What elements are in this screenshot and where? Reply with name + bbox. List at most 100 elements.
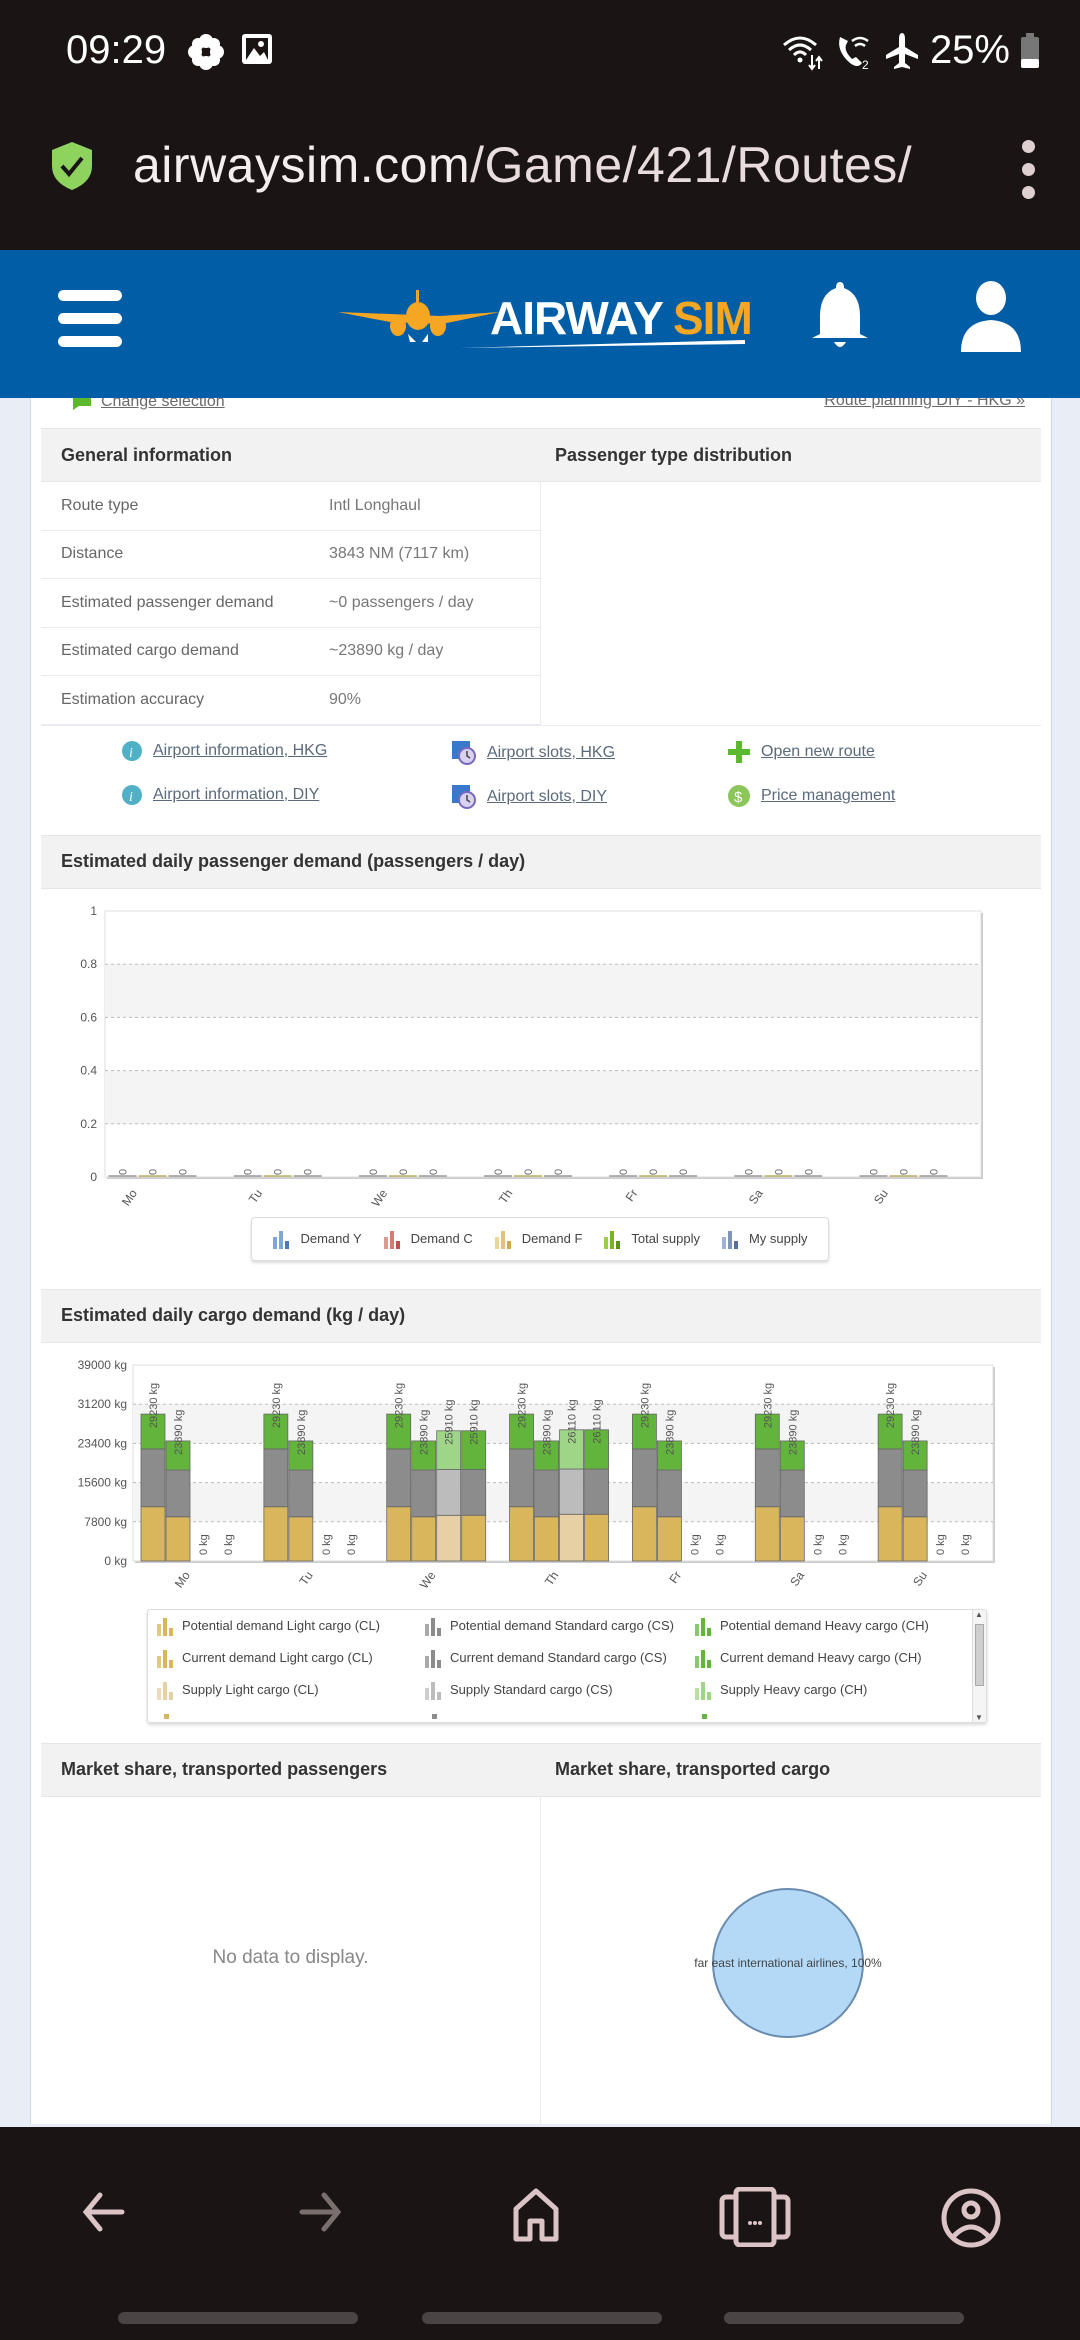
legend-item[interactable]: Demand Y — [272, 1229, 362, 1249]
svg-text:i: i — [129, 746, 133, 761]
scroll-down-icon[interactable]: ▼ — [975, 1713, 983, 1722]
x-tick-label: Fr — [623, 1186, 641, 1203]
x-tick-label: Mo — [172, 1568, 193, 1590]
svg-text:SIM: SIM — [673, 292, 750, 344]
bar-segment — [657, 1469, 682, 1517]
quick-link[interactable]: i Airport information, HKG — [121, 740, 327, 762]
bar-segment — [632, 1505, 657, 1561]
scroll-up-icon[interactable]: ▲ — [975, 1610, 983, 1619]
home-icon[interactable] — [510, 2187, 562, 2243]
bar-segment — [559, 1513, 584, 1561]
bar-segment — [386, 1505, 412, 1561]
legend-label: Supply Standard cargo (CS) — [450, 1682, 613, 1697]
bar-legend-icon — [695, 1617, 711, 1636]
bar-data-label: 0 — [523, 1168, 535, 1174]
legend-item[interactable]: Current demand Light cargo (CL) — [156, 1648, 373, 1668]
legend-scrollbar[interactable]: ▲ ▼ — [972, 1609, 986, 1722]
image-icon — [242, 34, 272, 64]
airplane-mode-icon — [885, 32, 918, 69]
quick-link[interactable]: i Airport information, DIY — [121, 784, 319, 806]
bar-total-label: 29230 kg — [271, 1382, 283, 1427]
bar-total-label: 23890 kg — [910, 1409, 922, 1454]
quick-links: i Airport information, HKG Airport slots… — [41, 724, 1041, 835]
quick-link[interactable]: Airport slots, HKG — [451, 740, 615, 766]
bar-total-label: 26110 kg — [592, 1399, 604, 1443]
bar-data-label: 0 — [773, 1168, 785, 1174]
bar-legend-icon — [383, 1230, 400, 1249]
bar-data-label: 0 — [618, 1168, 630, 1174]
svg-text:2: 2 — [862, 58, 869, 71]
x-tick-label: Fr — [666, 1568, 684, 1585]
bar-segment — [386, 1448, 412, 1507]
quick-link[interactable]: $ Price management — [727, 784, 895, 808]
plus-icon — [728, 740, 750, 763]
x-tick-label: Sa — [746, 1186, 766, 1206]
bar-data-label: 0 — [428, 1168, 440, 1174]
quick-link[interactable]: Airport slots, DIY — [451, 784, 607, 810]
forward-icon[interactable] — [296, 2187, 346, 2237]
legend-item[interactable]: Demand C — [383, 1229, 473, 1249]
bar-segment — [411, 1469, 437, 1517]
passenger-demand-chart-svg: 0 0.2 0.4 0.6 0.8 1 0 0 0 Mo 0 0 0 Tu 0 0 0 We 0 0 0 Th 0 0 0 Fr 0… — [80, 904, 983, 1209]
bar-segment — [165, 1469, 191, 1517]
bar-total-label: 29230 kg — [885, 1382, 897, 1427]
general-info-title: General information — [61, 444, 233, 465]
grid-band — [105, 963, 981, 1017]
bar-data-label: 0 — [553, 1168, 565, 1174]
secure-shield-icon[interactable] — [50, 140, 94, 192]
legend-label: Current demand Standard cargo (CS) — [450, 1650, 667, 1665]
info-icon: i — [122, 740, 142, 761]
hamburger-menu-icon[interactable] — [58, 290, 122, 359]
cargo-market-share-pie: far east international airlines, 100% — [694, 1887, 882, 2038]
svg-text:AIRWAY: AIRWAY — [490, 292, 663, 344]
info-row: Estimated cargo demand ~23890 kg / day — [41, 628, 540, 676]
account-icon[interactable] — [940, 2187, 1002, 2249]
bar-segment — [461, 1468, 487, 1516]
url-field[interactable]: airwaysim.com/Game/421/Routes/ — [133, 136, 912, 194]
bar-data-label: 0 — [928, 1168, 940, 1174]
y-tick-label: 7800 kg — [84, 1514, 127, 1528]
legend-item[interactable]: Supply Heavy cargo (CH) — [694, 1680, 867, 1700]
bar-segment — [902, 1469, 928, 1517]
y-tick-label: 1 — [90, 904, 97, 918]
passenger-type-title: Passenger type distribution — [555, 444, 793, 465]
legend-item[interactable]: Supply Standard cargo (CS) — [424, 1680, 613, 1700]
user-profile-icon[interactable] — [958, 280, 1024, 352]
bar-data-label: 0 — [178, 1168, 190, 1174]
back-icon[interactable] — [78, 2187, 128, 2237]
legend-label: Potential demand Light cargo (CL) — [182, 1618, 381, 1633]
x-tick-label: Th — [496, 1186, 516, 1206]
legend-item[interactable]: Potential demand Standard cargo (CS) — [424, 1616, 674, 1636]
legend-item[interactable]: Demand F — [494, 1229, 582, 1249]
legend-item[interactable]: Total supply — [603, 1229, 700, 1249]
change-selection-link[interactable]: Change selection — [101, 398, 225, 411]
x-tick-label: Mo — [119, 1186, 140, 1208]
pie-slice-label: far east international airlines, 100% — [694, 1956, 882, 1970]
notifications-bell-icon[interactable] — [808, 280, 872, 352]
legend-item[interactable]: Current demand Standard cargo (CS) — [424, 1648, 667, 1668]
route-planning-link[interactable]: Route planning DIY - HKG » — [824, 398, 1025, 410]
bar-total-label: 29230 kg — [148, 1382, 160, 1427]
cargo-demand-header: Estimated daily cargo demand (kg / day) — [41, 1288, 1041, 1343]
bar-segment — [411, 1515, 437, 1561]
bar-total-label: 0 kg — [198, 1534, 210, 1555]
passenger-demand-chart: 0 0.2 0.4 0.6 0.8 1 0 0 0 Mo 0 0 0 Tu 0 0 0 We 0 0 0 Th 0 0 0 Fr 0… — [41, 889, 1041, 1289]
quick-link[interactable]: Open new route — [727, 740, 875, 764]
bar-segment — [779, 1515, 805, 1561]
browser-menu-button[interactable] — [1022, 140, 1038, 209]
legend-item[interactable]: Supply Light cargo (CL) — [156, 1680, 319, 1700]
cargo-chart-legend: Potential demand Light cargo (CL) Potenti… — [147, 1608, 987, 1723]
no-data-message: No data to display. — [212, 1946, 369, 1968]
tabs-icon[interactable] — [718, 2187, 792, 2247]
browser-bottom-nav — [0, 2127, 1080, 2340]
airwaysim-logo[interactable]: AIRWAY SIM — [330, 286, 753, 361]
info-row: Route type Intl Longhaul — [41, 482, 540, 531]
legend-item[interactable]: My supply — [721, 1229, 808, 1249]
legend-item[interactable]: Potential demand Heavy cargo (CH) — [694, 1616, 929, 1636]
slots-clock-icon — [452, 740, 476, 765]
legend-item[interactable]: Potential demand Light cargo (CL) — [156, 1616, 380, 1636]
legend-item[interactable]: Current demand Heavy cargo (CH) — [694, 1648, 922, 1668]
cargo-demand-chart-svg: 0 kg 7800 kg 15600 kg 23400 kg 31200 kg 39000… — [78, 1358, 995, 1591]
bar-total-label: 0 kg — [812, 1534, 824, 1555]
scroll-thumb[interactable] — [975, 1623, 984, 1686]
